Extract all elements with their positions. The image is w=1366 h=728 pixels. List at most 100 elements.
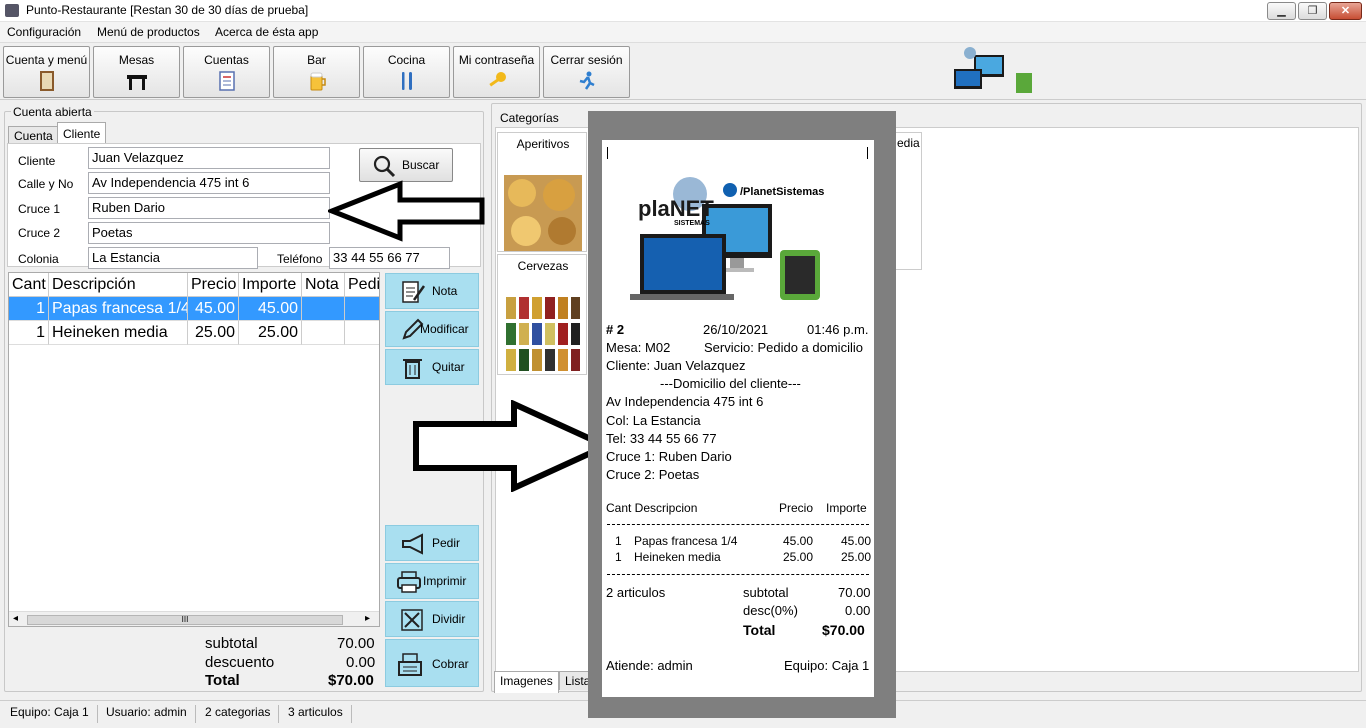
scissors-icon: [401, 609, 423, 631]
scroll-thumb[interactable]: III: [27, 615, 343, 625]
receipt-desc: 0.00: [845, 603, 871, 618]
search-icon: [373, 155, 396, 178]
tab-cliente[interactable]: Cliente: [57, 122, 107, 143]
categorias-label: Categorías: [498, 111, 561, 125]
contrasena-button[interactable]: Mi contraseña: [453, 46, 540, 98]
category-cervezas[interactable]: Cervezas: [497, 254, 587, 375]
receipt-divider: [607, 574, 869, 575]
beer-icon: [310, 72, 326, 91]
cell-nota: [302, 321, 345, 345]
calle-field[interactable]: Av Independencia 475 int 6: [88, 172, 330, 194]
running-man-icon: [579, 71, 595, 90]
category-aperitivos[interactable]: Aperitivos: [497, 132, 587, 252]
tab-imagenes[interactable]: Imagenes: [494, 671, 559, 693]
pedir-button[interactable]: Pedir: [385, 525, 479, 561]
receipt-cliente: Cliente: Juan Velazquez: [606, 358, 746, 373]
receipt-item-precio: 25.00: [783, 550, 814, 564]
menu-acerca[interactable]: Acerca de ésta app: [215, 25, 318, 39]
maximize-button[interactable]: ❐: [1298, 2, 1327, 20]
cell-cant: 1: [9, 321, 49, 345]
cocina-button[interactable]: Cocina: [363, 46, 450, 98]
cell-desc: Papas francesa 1/4: [49, 297, 188, 321]
receipt-item-cant: 1: [615, 550, 622, 564]
receipt-brand: plaNET: [638, 196, 714, 221]
receipt-equipo: Equipo: Caja 1: [784, 658, 870, 673]
bar-label: Bar: [307, 53, 326, 67]
cobrar-button[interactable]: Cobrar: [385, 639, 479, 687]
cerrar-sesion-label: Cerrar sesión: [550, 53, 623, 67]
receipt-fb-handle: /PlanetSistemas: [740, 186, 825, 198]
cuenta-menu-button[interactable]: Cuenta y menú: [3, 46, 90, 98]
cell-precio: 45.00: [188, 297, 239, 321]
scroll-right-icon[interactable]: ▸: [365, 613, 370, 624]
receipt-time: 01:46 p.m.: [807, 322, 869, 337]
nota-label: Nota: [432, 284, 458, 298]
receipt-item-importe: 45.00: [841, 534, 872, 548]
cash-register-icon: [398, 653, 422, 676]
cruce2-field[interactable]: Poetas: [88, 222, 330, 244]
receipt-cruce2: Cruce 2: Poetas: [606, 467, 700, 482]
col-precio[interactable]: Precio: [188, 273, 239, 297]
col-descripcion[interactable]: Descripción: [49, 273, 188, 297]
aperitivos-image-icon: [504, 175, 582, 251]
dividir-button[interactable]: Dividir: [385, 601, 479, 637]
receipt-header-importe: Importe: [826, 501, 867, 515]
telefono-field[interactable]: 33 44 55 66 77: [329, 247, 450, 269]
right-arrow-icon: [413, 400, 610, 492]
cerrar-sesion-button[interactable]: Cerrar sesión: [543, 46, 630, 98]
col-cant[interactable]: Cant: [9, 273, 49, 297]
cuenta-menu-label: Cuenta y menú: [5, 53, 88, 67]
receipt-item-importe: 25.00: [841, 550, 872, 564]
category-cervezas-label: Cervezas: [517, 259, 569, 273]
colonia-field[interactable]: La Estancia: [88, 247, 258, 269]
cuentas-button[interactable]: Cuentas: [183, 46, 270, 98]
order-grid: Cant Descripción Precio Importe Nota Ped…: [8, 272, 380, 627]
telefono-label: Teléfono: [277, 252, 323, 266]
receipt-mesa: Mesa: M02: [606, 340, 671, 355]
horizontal-scrollbar[interactable]: ◂ III ▸: [9, 611, 379, 626]
receipt-col: Col: La Estancia: [606, 413, 701, 428]
imprimir-button[interactable]: Imprimir: [385, 563, 479, 599]
receipt-total-label: Total: [743, 622, 776, 638]
buscar-button[interactable]: Buscar: [359, 148, 453, 182]
cell-pedido: [345, 321, 379, 345]
receipt-date: 26/10/2021: [703, 322, 769, 337]
status-categorias: 2 categorias: [205, 705, 280, 723]
subtotal-label: subtotal: [205, 635, 258, 652]
close-button[interactable]: ✕: [1329, 2, 1362, 20]
receipt-header-cant-desc: Cant Descripcion: [606, 501, 698, 515]
menu-productos[interactable]: Menú de productos: [97, 25, 200, 39]
receipt-subtotal: 70.00: [838, 585, 871, 600]
bill-icon: [218, 71, 235, 91]
buscar-label: Buscar: [402, 158, 440, 172]
modificar-button[interactable]: Modificar: [385, 311, 479, 347]
bar-button[interactable]: Bar: [273, 46, 360, 98]
mesas-button[interactable]: Mesas: [93, 46, 180, 98]
receipt-domicilio-header: ---Domicilio del cliente---: [660, 376, 801, 391]
col-importe[interactable]: Importe: [239, 273, 302, 297]
receipt-direccion: Av Independencia 475 int 6: [606, 394, 764, 409]
receipt-tel: Tel: 33 44 55 66 77: [606, 431, 717, 446]
minimize-button[interactable]: ▁: [1267, 2, 1296, 20]
margin-mark: [607, 147, 608, 159]
cell-pedido: [345, 297, 379, 321]
subtotal-value: 70.00: [337, 635, 375, 652]
status-articulos: 3 articulos: [288, 705, 352, 723]
cuentas-label: Cuentas: [204, 53, 249, 67]
nota-button[interactable]: Nota: [385, 273, 479, 309]
receipt-preview: /PlanetSistemas plaNET SISTEMAS # 2 26/1…: [602, 140, 874, 697]
descuento-label: descuento: [205, 654, 275, 671]
quitar-button[interactable]: Quitar: [385, 349, 479, 385]
toolbar: Cuenta y menú Mesas Cuentas Bar Cocina M…: [0, 42, 1366, 100]
col-nota[interactable]: Nota: [302, 273, 345, 297]
cruce1-field[interactable]: Ruben Dario: [88, 197, 330, 219]
total-label: Total: [205, 672, 240, 689]
scroll-left-icon[interactable]: ◂: [13, 613, 18, 624]
receipt-atiende: Atiende: admin: [606, 658, 693, 673]
cliente-field[interactable]: Juan Velazquez: [88, 147, 330, 169]
receipt-cruce1: Cruce 1: Ruben Dario: [606, 449, 732, 464]
col-pedido[interactable]: Pedi: [345, 273, 379, 297]
cell-precio: 25.00: [188, 321, 239, 345]
menu-configuracion[interactable]: Configuración: [7, 25, 81, 39]
cell-importe: 25.00: [239, 321, 302, 345]
